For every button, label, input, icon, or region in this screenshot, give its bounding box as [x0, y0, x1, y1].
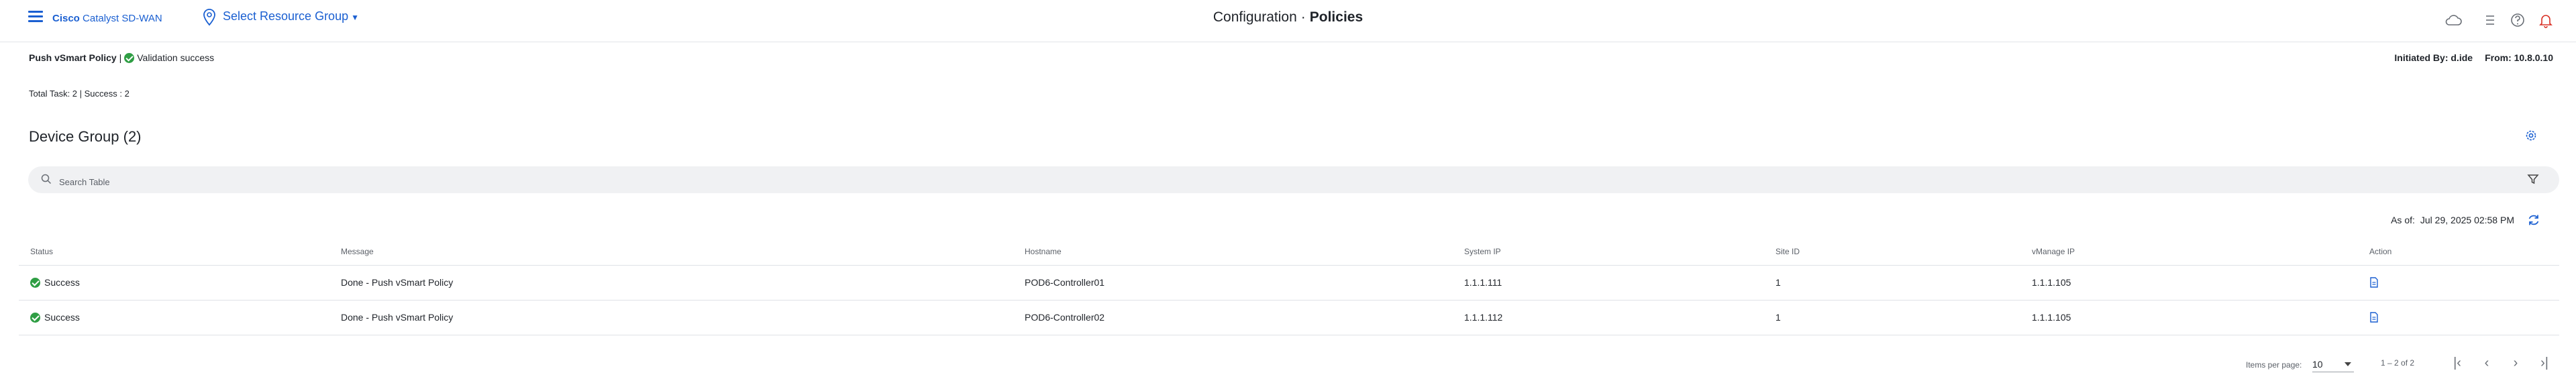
column-header-hostname[interactable]: Hostname: [1025, 238, 1062, 265]
previous-page-icon[interactable]: ‹: [2477, 354, 2496, 372]
as-of-label: As of:: [2391, 215, 2415, 225]
task-separator: |: [119, 52, 122, 63]
validation-status: Validation success: [137, 52, 215, 63]
title-dot: ·: [1300, 9, 1306, 25]
pagination-range: 1 – 2 of 2: [2381, 358, 2415, 368]
site-id-cell: 1: [1775, 312, 1781, 323]
column-header-site-id[interactable]: Site ID: [1775, 238, 1800, 265]
as-of-timestamp: As of: Jul 29, 2025 02:58 PM: [2391, 215, 2514, 225]
refresh-icon[interactable]: [2526, 213, 2541, 227]
column-header-status[interactable]: Status: [30, 238, 53, 265]
first-page-icon[interactable]: |‹: [2448, 354, 2467, 372]
document-icon[interactable]: [2369, 277, 2379, 288]
task-name: Push vSmart Policy: [29, 52, 117, 63]
search-input[interactable]: [58, 173, 2476, 191]
status-cell: Success: [30, 265, 80, 300]
status-cell: Success: [30, 300, 80, 335]
action-cell: [2369, 300, 2379, 335]
table-header: Status Message Hostname System IP Site I…: [19, 238, 2559, 266]
last-page-icon[interactable]: ›|: [2535, 354, 2554, 372]
items-per-page-value: 10: [2312, 359, 2323, 370]
check-circle-icon: [30, 312, 40, 323]
check-circle-icon: [124, 53, 135, 63]
site-id-cell: 1: [1775, 277, 1781, 288]
title-section: Configuration: [1213, 9, 1297, 25]
hostname-cell: POD6-Controller02: [1025, 312, 1105, 323]
bell-icon[interactable]: [2536, 11, 2555, 30]
initiated-by: Initiated By: d.ide: [2394, 52, 2473, 63]
action-cell: [2369, 265, 2379, 300]
filter-icon[interactable]: [2526, 172, 2540, 186]
search-icon: [41, 174, 52, 184]
system-ip-cell: 1.1.1.112: [1464, 312, 1503, 323]
items-per-page-select[interactable]: 10: [2312, 357, 2354, 372]
check-circle-icon: [30, 277, 40, 288]
task-origin: Initiated By: d.ide From: 10.8.0.10: [2382, 52, 2553, 63]
column-header-action: Action: [2369, 247, 2392, 256]
hostname-cell: POD6-Controller01: [1025, 277, 1105, 288]
gear-icon[interactable]: [2524, 129, 2538, 142]
title-page: Policies: [1309, 9, 1363, 25]
cloud-icon[interactable]: [2444, 11, 2463, 30]
table-row[interactable]: Success Done - Push vSmart Policy POD6-C…: [19, 265, 2559, 301]
column-header-system-ip[interactable]: System IP: [1464, 238, 1501, 265]
system-ip-cell: 1.1.1.111: [1464, 277, 1502, 288]
table-row[interactable]: Success Done - Push vSmart Policy POD6-C…: [19, 300, 2559, 335]
device-group-title: Device Group (2): [29, 128, 142, 145]
next-page-icon[interactable]: ›: [2506, 354, 2525, 372]
column-header-message[interactable]: Message: [341, 238, 374, 265]
task-summary: Push vSmart Policy | Validation success: [29, 52, 214, 63]
chevron-down-icon: [2345, 362, 2351, 366]
document-icon[interactable]: [2369, 312, 2379, 323]
status-text: Success: [44, 312, 80, 323]
initiated-from: From: 10.8.0.10: [2485, 52, 2553, 63]
as-of-value: Jul 29, 2025 02:58 PM: [2420, 215, 2514, 225]
list-icon[interactable]: [2480, 11, 2499, 30]
help-icon[interactable]: [2508, 11, 2527, 30]
page-title: Configuration · Policies: [0, 9, 2576, 25]
task-totals: Total Task: 2 | Success : 2: [29, 89, 130, 99]
message-cell: Done - Push vSmart Policy: [341, 312, 454, 323]
vmanage-ip-cell: 1.1.1.105: [2032, 312, 2071, 323]
vmanage-ip-cell: 1.1.1.105: [2032, 277, 2071, 288]
message-cell: Done - Push vSmart Policy: [341, 277, 454, 288]
column-header-vmanage-ip[interactable]: vManage IP: [2032, 238, 2075, 265]
items-per-page-label: Items per page:: [2246, 360, 2302, 370]
status-text: Success: [44, 277, 80, 288]
